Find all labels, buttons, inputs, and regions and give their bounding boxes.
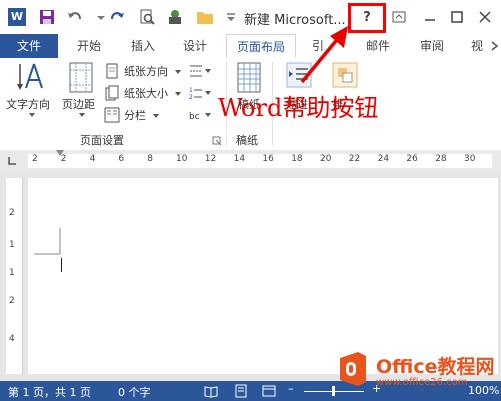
chevron-down-icon bbox=[79, 113, 85, 117]
orientation-icon bbox=[106, 63, 118, 79]
ruler-tick-label: 8 bbox=[147, 154, 153, 164]
tab-design[interactable]: 设计 bbox=[172, 34, 218, 58]
ruler-tick-label: 20 bbox=[320, 154, 332, 164]
tab-selector-icon[interactable] bbox=[6, 155, 18, 167]
ruler-tick-label: 12 bbox=[204, 154, 217, 164]
hyphenation-icon[interactable]: bc bbox=[188, 107, 212, 123]
chevron-down-icon bbox=[175, 70, 181, 74]
columns-button[interactable]: 分栏 bbox=[104, 106, 164, 124]
ruler-tick-label: 1 bbox=[9, 268, 15, 278]
orientation-button[interactable]: 纸张方向 bbox=[104, 62, 186, 80]
orientation-label: 纸张方向 bbox=[124, 65, 168, 78]
text-direction-button[interactable]: 文字方向 bbox=[6, 60, 58, 124]
web-layout-icon[interactable] bbox=[262, 384, 276, 398]
read-mode-icon[interactable] bbox=[204, 384, 218, 398]
office-logo-icon bbox=[340, 352, 366, 386]
chevron-down-icon bbox=[29, 113, 35, 117]
text-cursor bbox=[61, 258, 62, 272]
chevron-down-icon bbox=[175, 92, 181, 96]
ruler-tick-label: 2 bbox=[9, 208, 15, 218]
breaks-icon[interactable] bbox=[188, 63, 212, 79]
watermark: Office教程网 www.office26.com bbox=[336, 346, 496, 398]
customize-icon[interactable] bbox=[222, 8, 240, 26]
text-direction-label: 文字方向 bbox=[6, 98, 50, 111]
margin-corner-mark bbox=[34, 228, 61, 255]
tab-insert[interactable]: 插入 bbox=[120, 34, 166, 58]
columns-label: 分栏 bbox=[124, 109, 146, 122]
svg-text:2: 2 bbox=[189, 94, 193, 101]
ruler-tick-label: 4 bbox=[9, 334, 15, 344]
maximize-icon[interactable] bbox=[448, 8, 466, 26]
ruler-tick-label: 22 bbox=[348, 154, 361, 164]
horizontal-ruler[interactable]: 2 2 4 6 8 10 12 14 16 18 20 22 24 26 28 30 bbox=[0, 150, 501, 172]
word-app-icon[interactable]: W bbox=[8, 8, 26, 26]
watermark-url: www.office26.com bbox=[376, 377, 468, 388]
arrow-annotation-icon bbox=[300, 26, 348, 84]
tab-file[interactable]: 文件 bbox=[0, 34, 58, 58]
svg-text:bc: bc bbox=[189, 112, 200, 122]
ruler-tick-label: 2 bbox=[32, 154, 38, 164]
annotation-label: Word帮助按钮 bbox=[218, 94, 379, 122]
redo-icon[interactable] bbox=[108, 8, 126, 26]
ribbon-tabs: 文件 开始 插入 设计 页面布局 引 邮件 审阅 视 bbox=[0, 34, 501, 59]
ruler-tick-label: 14 bbox=[233, 154, 246, 164]
ruler-tick-label: 6 bbox=[118, 154, 125, 164]
close-icon[interactable] bbox=[476, 8, 494, 26]
zoom-out-button[interactable]: – bbox=[288, 382, 294, 395]
ruler-tick-label: 1 bbox=[9, 240, 15, 250]
ribbon-display-icon[interactable] bbox=[390, 8, 408, 26]
tab-page-layout[interactable]: 页面布局 bbox=[226, 34, 296, 58]
text-direction-icon bbox=[17, 63, 43, 90]
print-layout-icon[interactable] bbox=[234, 384, 248, 398]
dialog-launcher-icon[interactable] bbox=[212, 136, 222, 146]
svg-text:1: 1 bbox=[189, 87, 193, 94]
undo-icon[interactable] bbox=[66, 8, 84, 26]
tab-scroll-right-icon[interactable] bbox=[488, 40, 500, 52]
page-count[interactable]: 第 1 页，共 1 页 bbox=[8, 384, 91, 400]
line-numbers-icon[interactable]: 12 bbox=[188, 85, 212, 101]
ruler-tick-label: 10 bbox=[176, 154, 188, 164]
open-folder-icon[interactable] bbox=[196, 8, 214, 26]
tab-review[interactable]: 审阅 bbox=[412, 34, 452, 58]
margins-icon bbox=[69, 62, 93, 93]
ruler-tick-label: 18 bbox=[291, 154, 303, 164]
chevron-down-icon bbox=[153, 114, 159, 118]
save-icon[interactable] bbox=[38, 8, 56, 26]
vertical-ruler[interactable]: 2 1 1 2 4 bbox=[6, 178, 23, 374]
ruler-tick-label: 26 bbox=[406, 154, 418, 164]
ruler-tick-label: 16 bbox=[262, 154, 274, 164]
word-count[interactable]: 0 个字 bbox=[118, 384, 151, 400]
minimize-icon[interactable] bbox=[421, 8, 439, 26]
watermark-brand: Office教程网 bbox=[376, 356, 495, 378]
zoom-slider-thumb[interactable] bbox=[332, 386, 335, 396]
paper-size-icon bbox=[105, 85, 119, 101]
ruler-tick-label: 2 bbox=[9, 296, 15, 306]
page-setup-group-label: 页面设置 bbox=[80, 134, 124, 147]
ruler-tick-label: 24 bbox=[377, 154, 390, 164]
size-button[interactable]: 纸张大小 bbox=[104, 84, 186, 102]
margins-button[interactable]: 页边距 bbox=[60, 60, 104, 124]
ruler-tick-label: 30 bbox=[464, 154, 476, 164]
tab-home[interactable]: 开始 bbox=[66, 34, 112, 58]
print-preview-icon[interactable] bbox=[138, 8, 156, 26]
tab-view[interactable]: 视 bbox=[466, 34, 488, 58]
size-label: 纸张大小 bbox=[124, 87, 168, 100]
manuscript-group-label: 稿纸 bbox=[236, 134, 258, 147]
indent-marker[interactable] bbox=[56, 150, 64, 170]
document-page[interactable] bbox=[28, 178, 498, 374]
ruler-tick-label: 4 bbox=[89, 154, 96, 164]
ruler-tick-label: 28 bbox=[435, 154, 447, 164]
tab-mailings[interactable]: 邮件 bbox=[358, 34, 398, 58]
title-bar: W 新建 Microsoft... ? bbox=[0, 0, 501, 34]
ruler-track bbox=[28, 154, 492, 168]
margins-label: 页边距 bbox=[62, 98, 95, 111]
touch-mode-icon[interactable] bbox=[166, 8, 184, 26]
columns-icon bbox=[104, 107, 120, 123]
